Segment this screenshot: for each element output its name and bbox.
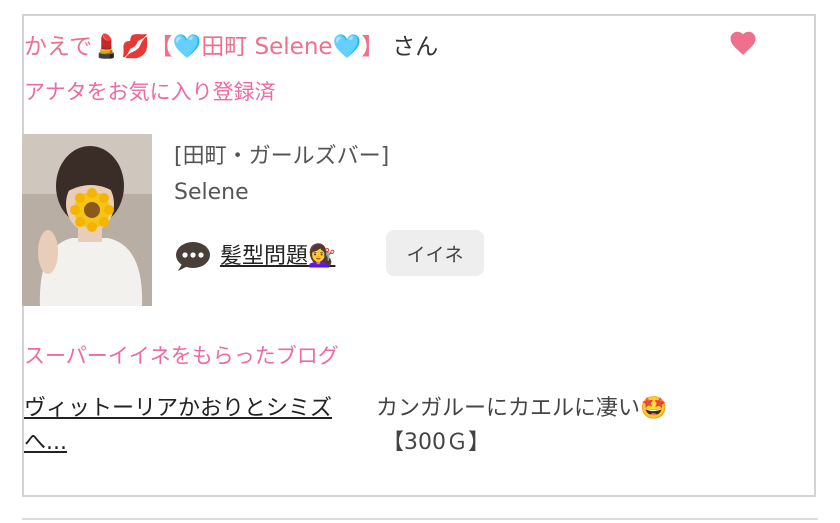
super-iine-comment: カンガルーにカエルに凄い🤩 xyxy=(376,396,668,421)
latest-blog-link[interactable]: 髪型問題💇‍♀️ xyxy=(220,240,335,274)
super-iine-points: 【300Ｇ】 xyxy=(382,430,490,455)
next-card-border xyxy=(22,518,818,520)
customer-name-row: かえで💄💋【🩵田町 Selene🩵】 さん xyxy=(24,24,438,64)
super-iine-heading: スーパーイイネをもらったブログ xyxy=(24,344,339,368)
speech-bubble-icon xyxy=(176,242,210,271)
girl-photo[interactable] xyxy=(22,134,152,306)
favorite-status: アナタをお気に入り登録済 xyxy=(24,80,276,104)
super-iine-blog-meta: カンガルーにカエルに凄い🤩 【300Ｇ】 xyxy=(376,392,736,460)
shop-name[interactable]: [田町・ガールズバー] xyxy=(174,138,389,170)
iine-button[interactable]: イイネ xyxy=(386,230,484,276)
heart-icon[interactable] xyxy=(728,28,758,58)
super-iine-blog-list: ヴィットーリアかおりとシミズへ... カンガルーにカエルに凄い🤩 【300Ｇ】 xyxy=(24,392,784,462)
honorific: さん xyxy=(392,34,439,60)
customer-name[interactable]: かえで💄💋【🩵田町 Selene🩵】 xyxy=(24,27,384,61)
girl-name[interactable]: Selene xyxy=(174,180,249,205)
super-iine-blog-title[interactable]: ヴィットーリアかおりとシミズへ... xyxy=(24,392,364,460)
